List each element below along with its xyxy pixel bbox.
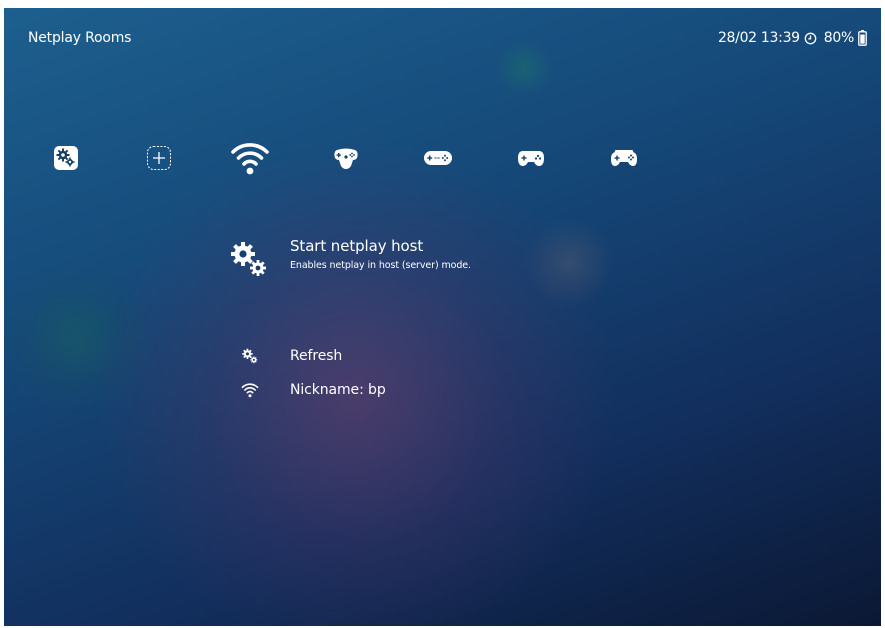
netplay-rooms-screen: Netplay Rooms 28/02 13:39 80% Start netp… xyxy=(4,8,881,626)
gear-icon xyxy=(240,346,260,366)
wifi-icon xyxy=(240,380,260,400)
gear-icon xyxy=(228,238,270,280)
gamepad-icon xyxy=(518,151,544,166)
menu-item-sublabel: Enables netplay in host (server) mode. xyxy=(290,260,471,271)
tab-snes-controller[interactable] xyxy=(418,138,458,178)
clock-icon xyxy=(804,32,817,45)
snes-controller-icon xyxy=(424,151,452,165)
tab-gamepad-2[interactable] xyxy=(604,138,644,178)
tab-add[interactable] xyxy=(139,138,179,178)
tab-gamepad[interactable] xyxy=(511,138,551,178)
n64-controller-icon xyxy=(334,148,358,169)
menu-item-nickname[interactable]: Nickname: bp xyxy=(240,380,386,400)
menu-item-label: Start netplay host xyxy=(290,237,424,255)
tab-n64-controller[interactable] xyxy=(326,138,366,178)
tab-bar xyxy=(4,138,704,178)
menu-item-refresh[interactable]: Refresh xyxy=(240,346,342,366)
tab-netplay[interactable] xyxy=(230,138,270,178)
battery-icon xyxy=(858,30,867,46)
battery-percent: 80% xyxy=(823,30,855,46)
gear-icon xyxy=(54,146,78,170)
menu-item-start-netplay-host[interactable]: Start netplay host Enables netplay in ho… xyxy=(228,236,471,280)
tab-settings[interactable] xyxy=(46,138,86,178)
page-title: Netplay Rooms xyxy=(28,30,132,46)
status-bar: 28/02 13:39 80% xyxy=(718,30,867,46)
menu-item-label: Refresh xyxy=(290,348,343,364)
gamepad-icon xyxy=(611,150,637,166)
plus-icon xyxy=(147,146,171,170)
datetime: 28/02 13:39 xyxy=(717,30,800,46)
menu-item-label: Nickname: bp xyxy=(290,382,386,398)
wifi-icon xyxy=(231,143,269,175)
